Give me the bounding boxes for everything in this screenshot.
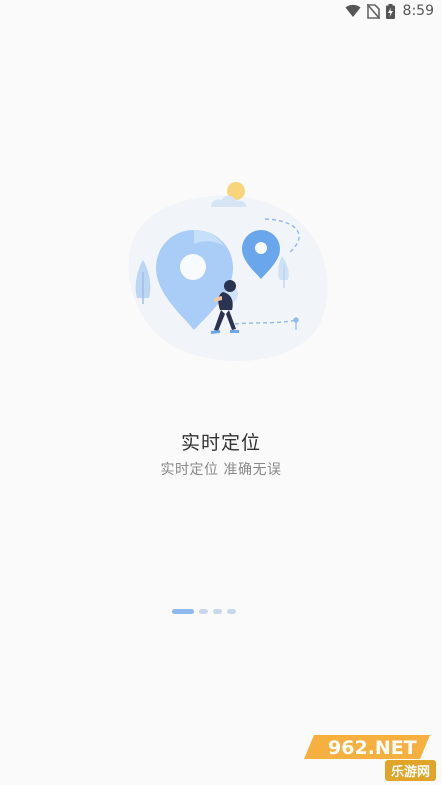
watermark-caption: 乐游网 (384, 760, 436, 781)
page-dot-1[interactable] (172, 609, 194, 614)
page-dot-2[interactable] (199, 609, 208, 614)
status-bar: 8:59 (0, 0, 442, 24)
page-indicator (172, 609, 236, 614)
page-dot-3[interactable] (213, 609, 222, 614)
battery-charging-icon (385, 3, 395, 19)
status-time: 8:59 (402, 3, 434, 19)
location-pin-illustration (110, 172, 338, 372)
page-title: 实时定位 (180, 432, 261, 454)
page-subtitle: 实时定位 准确无误 (160, 462, 282, 478)
watermark-logo: 962.NET (304, 735, 430, 759)
page-dot-4[interactable] (227, 609, 236, 614)
onboarding-screen: 8:59 实时定位 实时定位 准确无误 962.NET 乐游网 (0, 0, 442, 785)
status-icons: 8:59 (345, 3, 434, 19)
watermark: 962.NET 乐游网 (300, 731, 436, 781)
no-sim-icon (366, 3, 380, 19)
watermark-logo-text: 962.NET (328, 737, 417, 759)
wifi-icon (345, 4, 361, 18)
